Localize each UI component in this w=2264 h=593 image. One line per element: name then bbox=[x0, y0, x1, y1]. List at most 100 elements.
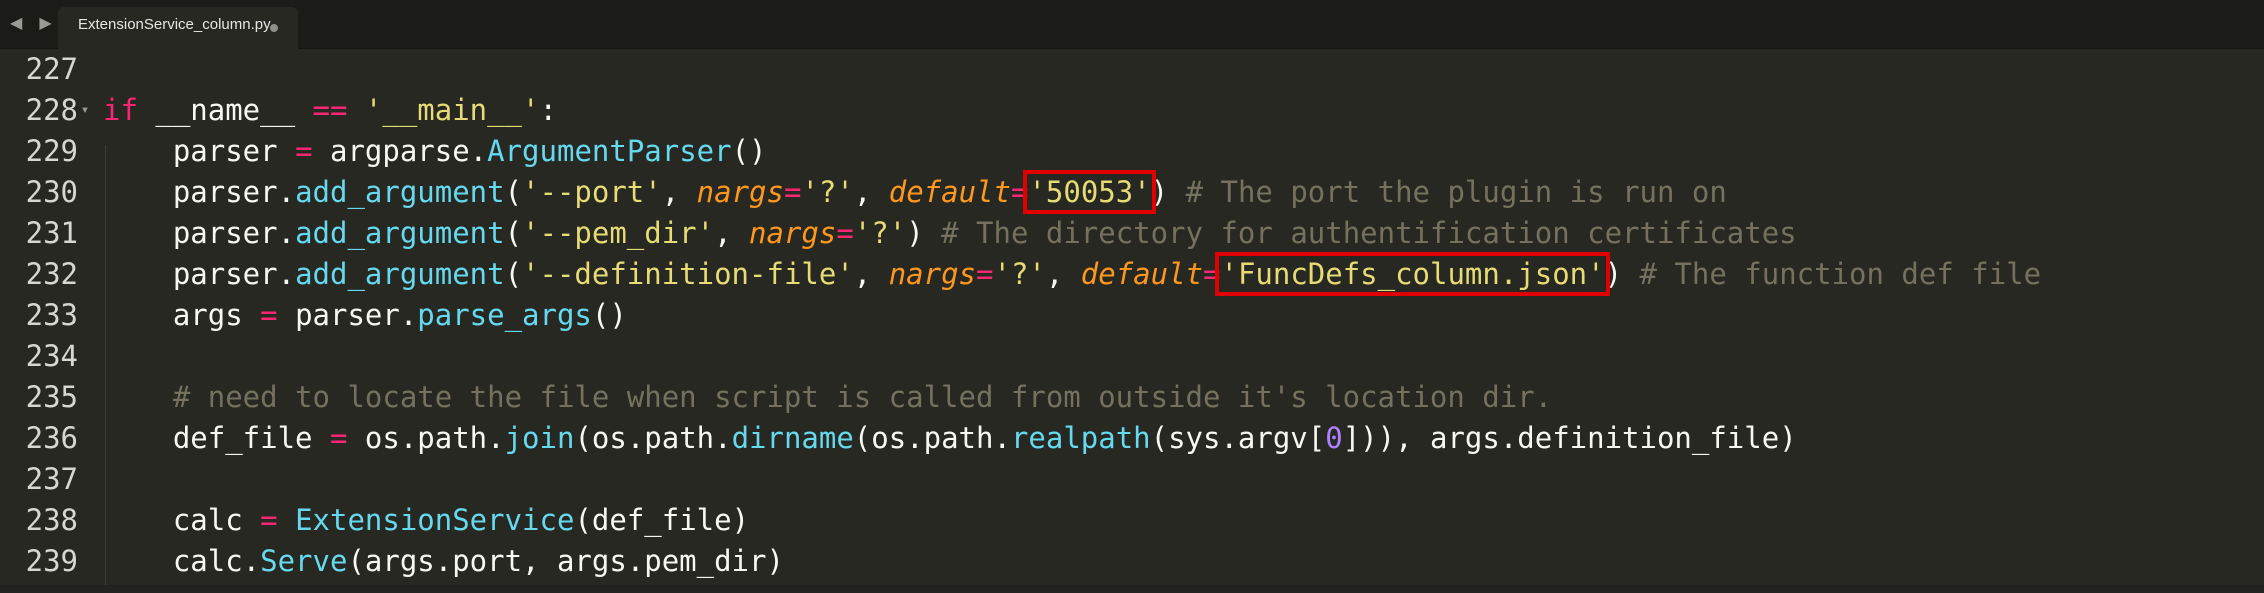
code-token: nargs bbox=[749, 216, 837, 250]
code-token: nargs bbox=[888, 257, 977, 291]
line-number: 238 bbox=[25, 503, 78, 537]
line-number: 229 bbox=[25, 134, 78, 168]
line-number: 231 bbox=[25, 216, 78, 250]
code-text: if __name__ == '__main__': bbox=[103, 90, 557, 131]
code-token: default bbox=[1080, 257, 1204, 291]
line-number: 234 bbox=[25, 339, 78, 373]
line-number: 233 bbox=[25, 298, 78, 332]
code-token: dirname bbox=[731, 421, 854, 455]
code-line[interactable]: 230 parser.add_argument('--port', nargs=… bbox=[0, 170, 2264, 214]
code-token: () bbox=[731, 134, 767, 168]
line-number: 232 bbox=[25, 257, 78, 291]
tab-title: ExtensionService_column.py bbox=[78, 16, 271, 33]
code-token: join bbox=[504, 421, 575, 455]
code-token: '__main__' bbox=[364, 93, 540, 127]
code-token: , bbox=[853, 175, 889, 209]
code-token: ( bbox=[504, 257, 523, 291]
code-token: parser. bbox=[103, 257, 296, 291]
code-token: add_argument bbox=[295, 175, 505, 209]
code-token: os.path. bbox=[347, 421, 505, 455]
code-token: parser. bbox=[277, 298, 418, 332]
code-token: calc bbox=[103, 503, 261, 537]
code-token: = bbox=[260, 503, 278, 537]
code-line[interactable]: 234 bbox=[0, 336, 2264, 377]
fold-arrow-icon[interactable]: ▾ bbox=[79, 90, 91, 131]
highlighted-value: '50053' bbox=[1023, 170, 1156, 214]
code-line[interactable]: 227 bbox=[0, 49, 2264, 90]
code-token: add_argument bbox=[295, 216, 505, 250]
code-token: argparse. bbox=[312, 134, 488, 168]
code-token: __name__ bbox=[137, 93, 313, 127]
code-token: : bbox=[539, 93, 557, 127]
code-token: = bbox=[329, 421, 348, 455]
code-token: (def_file) bbox=[574, 503, 750, 537]
code-token: = bbox=[1203, 257, 1221, 291]
code-token: = bbox=[295, 134, 313, 168]
code-line[interactable]: 239 calc.Serve(args.port, args.pem_dir) bbox=[0, 541, 2264, 582]
code-token: == bbox=[312, 93, 348, 127]
code-token: , bbox=[714, 216, 750, 250]
code-token: if bbox=[103, 93, 138, 127]
line-number: 235 bbox=[25, 380, 78, 414]
code-token: realpath bbox=[1010, 421, 1151, 455]
code-token: '?' bbox=[993, 257, 1046, 291]
code-line[interactable]: 233 args = parser.parse_args() bbox=[0, 295, 2264, 336]
code-token: () bbox=[591, 298, 627, 332]
code-token: parser bbox=[103, 134, 296, 168]
code-line[interactable]: 229 parser = argparse.ArgumentParser() bbox=[0, 131, 2264, 172]
code-line[interactable]: 236 def_file = os.path.join(os.path.dirn… bbox=[0, 418, 2264, 459]
highlighted-value: 'FuncDefs_column.json' bbox=[1215, 252, 1610, 296]
unsaved-dot-icon[interactable] bbox=[270, 24, 278, 32]
code-line[interactable]: 232 parser.add_argument('--definition-fi… bbox=[0, 252, 2264, 296]
code-token: , bbox=[853, 257, 889, 291]
code-token: (sys.argv[ bbox=[1150, 421, 1326, 455]
line-number: 239 bbox=[25, 544, 78, 578]
tab-nav-arrows-icon[interactable]: ◀ ▶ bbox=[10, 13, 58, 32]
code-token: (os.path. bbox=[853, 421, 1011, 455]
code-text: parser.add_argument('--port', nargs='?',… bbox=[103, 170, 1727, 214]
code-token: # need to locate the file when script is… bbox=[172, 380, 1553, 414]
tab-extensionservice-column[interactable]: ExtensionService_column.py bbox=[58, 7, 298, 49]
code-text: calc = ExtensionService(def_file) bbox=[103, 500, 749, 541]
code-token: '?' bbox=[801, 175, 854, 209]
code-token: parser. bbox=[103, 216, 296, 250]
code-line[interactable]: 231 parser.add_argument('--pem_dir', nar… bbox=[0, 213, 2264, 254]
code-text: parser = argparse.ArgumentParser() bbox=[103, 131, 767, 172]
code-line[interactable]: 237 bbox=[0, 459, 2264, 500]
code-token: = bbox=[260, 298, 278, 332]
code-text: def_file = os.path.join(os.path.dirname(… bbox=[103, 418, 1797, 459]
code-token: default bbox=[888, 175, 1011, 209]
code-token: ArgumentParser bbox=[487, 134, 732, 168]
code-token: calc. bbox=[103, 544, 261, 578]
code-editor[interactable]: 227 228 ▾ if __name__ == '__main__': 229 par… bbox=[0, 45, 2264, 593]
code-token: = bbox=[783, 175, 802, 209]
code-token: ) bbox=[1604, 257, 1640, 291]
code-token: '--pem_dir' bbox=[522, 216, 715, 250]
code-token: ])), args.definition_file) bbox=[1342, 421, 1797, 455]
line-number: 228 bbox=[25, 93, 78, 127]
code-token: '--definition-file' bbox=[522, 257, 854, 291]
code-line[interactable]: 235 # need to locate the file when scrip… bbox=[0, 377, 2264, 418]
code-token: , bbox=[1045, 257, 1081, 291]
code-token: parse_args bbox=[417, 298, 592, 332]
line-number: 230 bbox=[25, 175, 78, 209]
code-token: = bbox=[1010, 175, 1029, 209]
code-token: , bbox=[661, 175, 697, 209]
code-token: # The function def file bbox=[1639, 257, 2042, 291]
code-token: # The port the plugin is run on bbox=[1185, 175, 1727, 209]
code-text: args = parser.parse_args() bbox=[103, 295, 627, 336]
code-line[interactable]: 228 ▾ if __name__ == '__main__': bbox=[0, 90, 2264, 131]
code-line[interactable]: 238 calc = ExtensionService(def_file) bbox=[0, 500, 2264, 541]
line-number: 237 bbox=[25, 462, 78, 496]
code-token: ) bbox=[1150, 175, 1186, 209]
code-token: ) bbox=[906, 216, 942, 250]
tab-bar: ◀ ▶ ExtensionService_column.py bbox=[0, 0, 2264, 49]
code-token: (os.path. bbox=[574, 421, 732, 455]
code-token: '--port' bbox=[522, 175, 662, 209]
code-token: = bbox=[836, 216, 854, 250]
code-token: def_file bbox=[103, 421, 330, 455]
code-text: parser.add_argument('--definition-file',… bbox=[103, 252, 2042, 296]
code-token: 0 bbox=[1325, 421, 1343, 455]
